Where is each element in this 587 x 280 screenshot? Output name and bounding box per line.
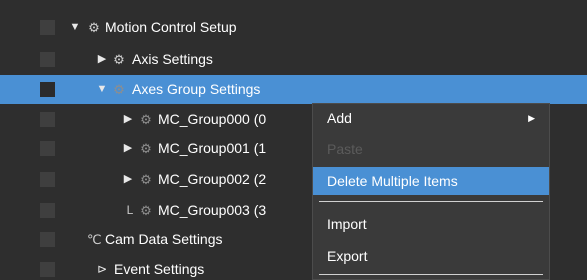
axes-group-icon: ⚙ [140,141,152,156]
event-flag-icon: ⊳ [96,262,108,276]
tree-item-axes-group-settings[interactable]: ▼ ⚙ Axes Group Settings [0,75,587,104]
menu-item-import[interactable]: Import [313,210,549,238]
axes-group-icon: ⚙ [140,172,152,187]
row-marker [40,262,55,277]
tree-item-label: Cam Data Settings [105,231,223,247]
expand-toggle-icon[interactable]: ▶ [122,134,134,163]
menu-item-paste: Paste [313,135,549,163]
menu-item-label: Add [327,110,352,126]
project-tree: ▼ ⚙ Motion Control Setup ▶ ⚙ Axis Settin… [0,0,587,280]
menu-item-label: Paste [327,141,363,157]
row-marker [40,112,55,127]
axes-group-icon: ⚙ [140,112,152,127]
axes-group-icon: ⚙ [140,203,152,218]
row-marker [40,203,55,218]
tree-item-label: MC_Group002 (2 [158,171,267,187]
menu-item-delete-multiple-items[interactable]: Delete Multiple Items [313,167,549,195]
tree-item-label: MC_Group003 (3 [158,202,267,218]
expand-toggle-icon[interactable]: ▶ [122,165,134,194]
tree-item-label: Axes Group Settings [132,81,261,97]
row-marker [40,172,55,187]
row-marker [40,52,55,67]
expand-toggle-icon[interactable]: ▼ [69,13,81,42]
tree-item-label: MC_Group000 (0 [158,111,267,127]
tree-item-label: Axis Settings [132,51,213,67]
expand-toggle-icon[interactable]: ▶ [96,45,108,74]
row-marker [40,232,55,247]
expand-toggle-icon[interactable]: ▶ [122,105,134,134]
menu-item-label: Import [327,216,367,232]
menu-separator [319,274,543,275]
submenu-arrow-icon: ▶ [528,113,535,123]
row-marker [40,82,55,97]
tree-item-motion-control-setup[interactable]: ▼ ⚙ Motion Control Setup [0,13,587,42]
tree-item-label: Motion Control Setup [105,19,237,35]
cam-curve-icon: ℃ [87,232,102,247]
gear-icon: ⚙ [88,20,100,35]
context-menu: Add ▶ Paste Delete Multiple Items Import… [312,103,550,280]
gear-icon: ⚙ [113,52,125,67]
tree-item-axis-settings[interactable]: ▶ ⚙ Axis Settings [0,45,587,74]
menu-item-export[interactable]: Export [313,242,549,270]
menu-item-label: Delete Multiple Items [327,173,458,189]
row-marker [40,20,55,35]
menu-item-add[interactable]: Add ▶ [313,104,549,132]
tree-branch-icon: L [126,203,134,217]
row-marker [40,141,55,156]
menu-item-label: Export [327,248,368,264]
menu-separator [319,201,543,202]
multi-gear-icon: ⚙ [113,82,125,97]
collapse-toggle-icon[interactable]: ▼ [96,75,108,104]
tree-item-label: MC_Group001 (1 [158,140,267,156]
tree-item-label: Event Settings [114,261,205,277]
